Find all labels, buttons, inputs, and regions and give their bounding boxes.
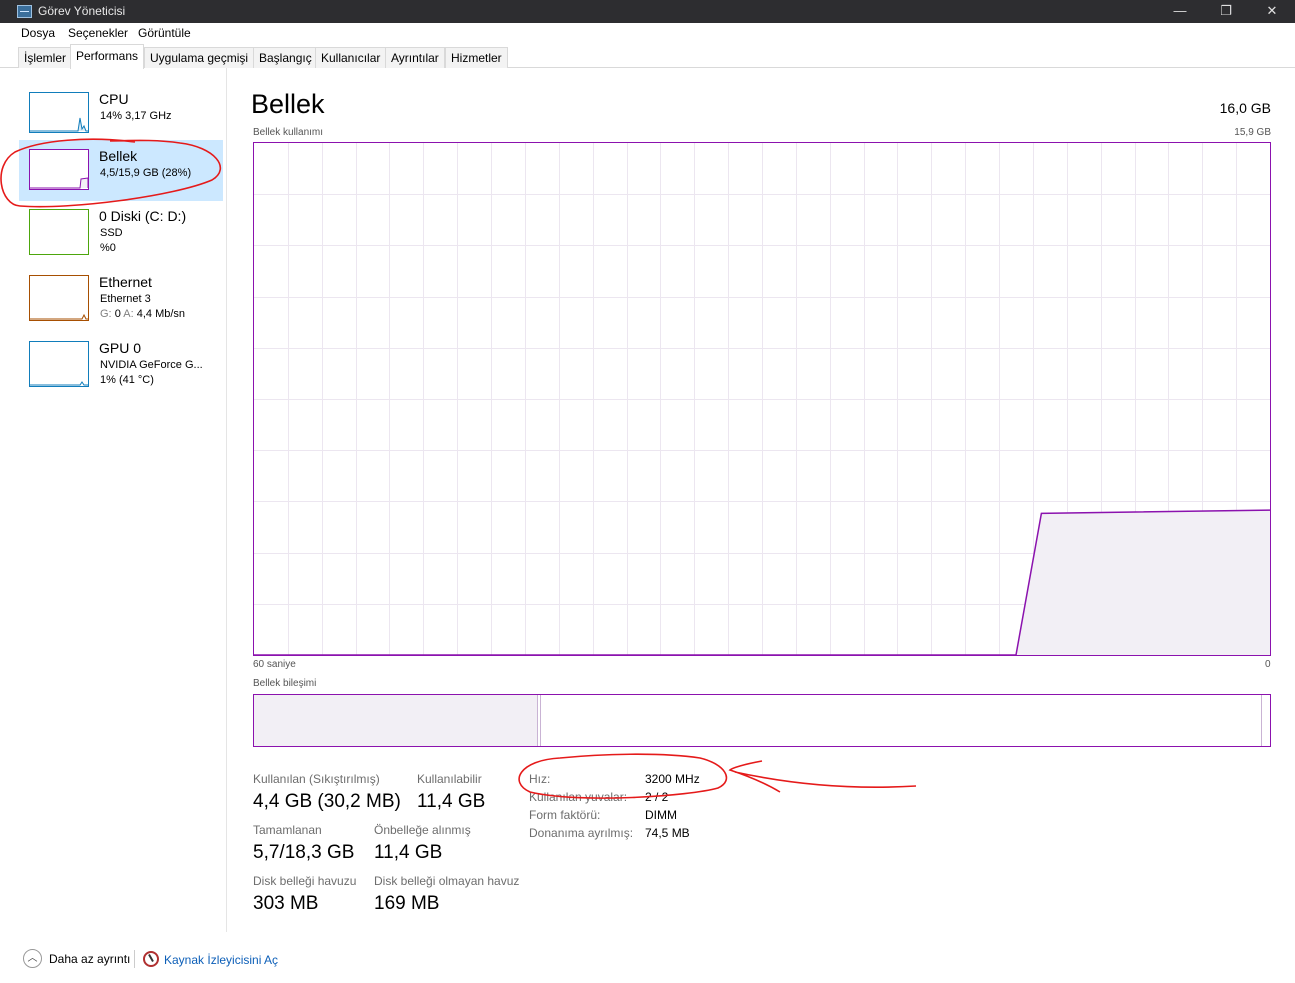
sidebar-item-detail-2: %0 [100, 242, 116, 254]
sidebar-item-detail: SSD [100, 227, 123, 239]
hardware-reserved-key: Donanıma ayrılmış: [529, 826, 634, 840]
receive-label: A: [123, 308, 134, 320]
menu-bar: Dosya Seçenekler Görüntüle [0, 23, 1295, 43]
sidebar-item-label: 0 Diski (C: D:) [99, 208, 187, 224]
sidebar-item-detail: 4,5/15,9 GB (28%) [100, 167, 192, 179]
tab-kullanicilar[interactable]: Kullanıcılar [315, 47, 387, 68]
receive-value: 4,4 Mb/sn [136, 308, 186, 320]
resource-monitor-icon [143, 951, 159, 967]
task-manager-app-icon [17, 5, 32, 18]
chevron-up-icon: ︿ [23, 949, 42, 968]
menu-goruntule[interactable]: Görüntüle [138, 26, 191, 40]
sidebar-item-label: Ethernet [99, 274, 152, 290]
sidebar-item-cpu[interactable]: CPU 14% 3,17 GHz [19, 83, 223, 144]
ethernet-throughput: G: 0 A: 4,4 Mb/sn [100, 308, 185, 320]
in-use-value: 4,4 GB (30,2 MB) [253, 791, 401, 812]
menu-dosya[interactable]: Dosya [21, 26, 55, 40]
paged-pool-value: 303 MB [253, 893, 319, 914]
in-use-label: Kullanılan (Sıkıştırılmış) [253, 772, 380, 786]
gpu-thumbnail-graph [29, 341, 89, 387]
speed-key: Hız: [529, 772, 551, 786]
memory-usage-graph [253, 142, 1271, 656]
ethernet-thumbnail-graph [29, 275, 89, 321]
tab-performans[interactable]: Performans [70, 44, 145, 69]
tab-bar: İşlemler Performans Uygulama geçmişi Baş… [0, 43, 1295, 69]
committed-label: Tamamlanan [253, 823, 322, 837]
title-bar: Görev Yöneticisi — ❐ ✕ [0, 0, 1295, 23]
memory-usage-plot [254, 143, 1270, 655]
tab-islemler[interactable]: İşlemler [18, 47, 73, 68]
cpu-thumbnail-graph [29, 92, 89, 133]
committed-value: 5,7/18,3 GB [253, 842, 355, 863]
sidebar-item-label: Bellek [99, 148, 138, 164]
composition-standby [541, 695, 1262, 746]
speed-value: 3200 MHz [645, 772, 700, 786]
composition-label: Bellek bileşimi [253, 678, 317, 689]
tab-hizmetler[interactable]: Hizmetler [445, 47, 508, 68]
window-title: Görev Yöneticisi [38, 4, 126, 18]
page-title: Bellek [251, 89, 325, 119]
usage-graph-label: Bellek kullanımı [253, 127, 324, 138]
close-button[interactable]: ✕ [1249, 0, 1295, 23]
sidebar-item-label: GPU 0 [99, 340, 142, 356]
sidebar-item-detail: 14% 3,17 GHz [100, 110, 172, 122]
available-label: Kullanılabilir [417, 772, 482, 786]
menu-secenekler[interactable]: Seçenekler [68, 26, 128, 40]
fewer-details-label: Daha az ayrıntı [49, 952, 131, 966]
sidebar-item-bellek[interactable]: Bellek 4,5/15,9 GB (28%) [19, 140, 223, 201]
footer-divider [134, 950, 135, 968]
graph-time-label: 60 saniye [253, 659, 296, 670]
sidebar-item-gpu[interactable]: GPU 0 NVIDIA GeForce G... 1% (41 °C) [19, 332, 223, 393]
tab-ayrintilar[interactable]: Ayrıntılar [385, 47, 445, 68]
cached-value: 11,4 GB [374, 842, 443, 863]
sidebar-item-disk[interactable]: 0 Diski (C: D:) SSD %0 [19, 200, 223, 261]
minimize-button[interactable]: — [1157, 0, 1203, 23]
paged-pool-label: Disk belleği havuzu [253, 874, 357, 888]
open-resource-monitor-link[interactable]: Kaynak İzleyicisini Aç [164, 953, 278, 967]
send-label: G: [100, 308, 112, 320]
sidebar-item-label: CPU [99, 91, 129, 107]
slots-key: Kullanılan yuvalar: [529, 790, 628, 804]
available-value: 11,4 GB [417, 791, 486, 812]
nonpaged-pool-value: 169 MB [374, 893, 440, 914]
restore-button[interactable]: ❐ [1203, 0, 1249, 23]
send-value: 0 [114, 308, 121, 320]
annotation-arrow [728, 760, 917, 793]
composition-in-use [254, 695, 538, 746]
memory-thumbnail-graph [29, 149, 89, 190]
total-memory: 16,0 GB [1219, 100, 1271, 116]
memory-composition-bar[interactable] [253, 694, 1271, 747]
resource-sidebar: CPU 14% 3,17 GHz Bellek 4,5/15,9 GB (28%… [16, 68, 227, 932]
usage-graph-max: 15,9 GB [1234, 127, 1271, 138]
tab-uygulama-gecmisi[interactable]: Uygulama geçmişi [144, 47, 255, 68]
tab-baslangic[interactable]: Başlangıç [253, 47, 318, 68]
disk-thumbnail-graph [29, 209, 89, 255]
sidebar-item-detail-2: 1% (41 °C) [100, 374, 154, 386]
form-factor-value: DIMM [645, 808, 677, 822]
sidebar-item-detail: NVIDIA GeForce G... [100, 359, 203, 371]
nonpaged-pool-label: Disk belleği olmayan havuz [374, 874, 520, 888]
sidebar-item-detail: Ethernet 3 [100, 293, 151, 305]
form-factor-key: Form faktörü: [529, 808, 601, 822]
hardware-reserved-value: 74,5 MB [645, 826, 690, 840]
slots-value: 2 / 2 [645, 790, 669, 804]
graph-time-end: 0 [1265, 659, 1271, 670]
cached-label: Önbelleğe alınmış [374, 823, 471, 837]
sidebar-item-ethernet[interactable]: Ethernet Ethernet 3 G: 0 A: 4,4 Mb/sn [19, 266, 223, 327]
